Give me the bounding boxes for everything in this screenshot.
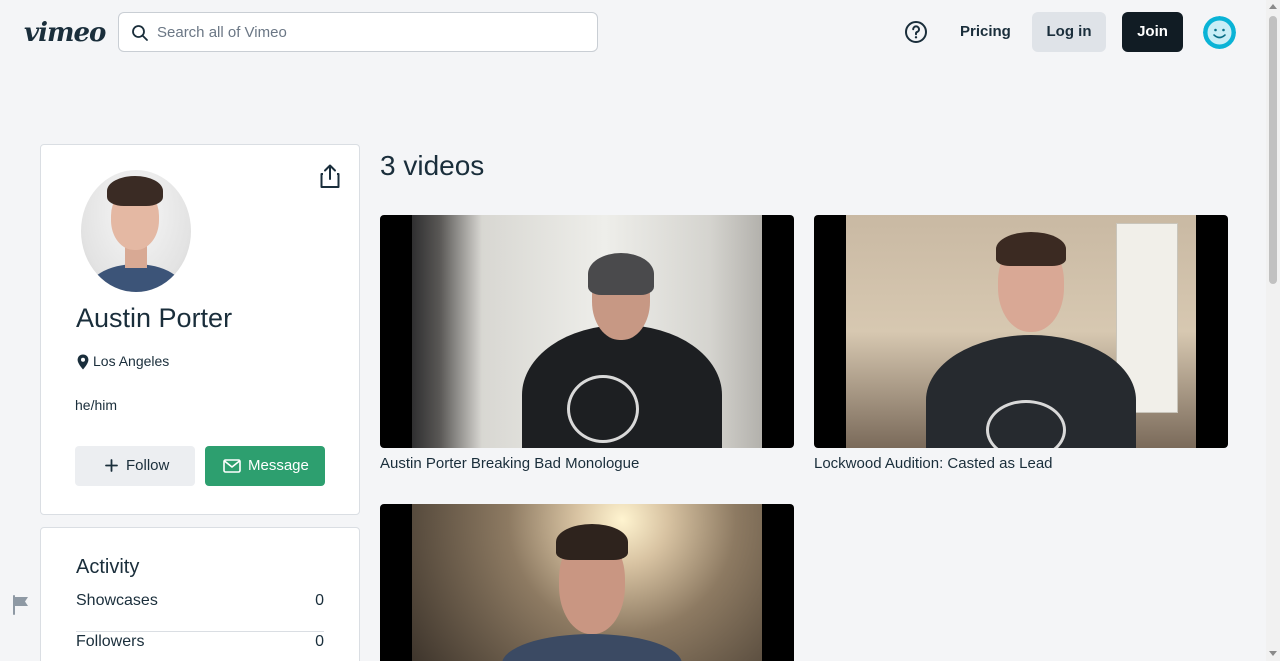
question-circle-icon[interactable] bbox=[904, 20, 928, 44]
search-box[interactable] bbox=[118, 12, 598, 52]
vertical-scrollbar[interactable] bbox=[1266, 0, 1280, 661]
video-thumbnail[interactable] bbox=[814, 215, 1228, 448]
profile-pronouns: he/him bbox=[75, 397, 118, 413]
scroll-up-arrow-icon[interactable] bbox=[1269, 4, 1277, 9]
video-thumbnail[interactable] bbox=[380, 215, 794, 448]
profile-name: Austin Porter bbox=[76, 303, 233, 333]
video-title[interactable]: Austin Porter Breaking Bad Monologue bbox=[380, 455, 639, 472]
activity-card: Activity Showcases 0 Followers 0 bbox=[40, 527, 360, 661]
mail-icon bbox=[223, 459, 241, 473]
scrollbar-thumb[interactable] bbox=[1269, 16, 1277, 284]
top-navigation-bar: vimeo Pricing Log in Join bbox=[0, 0, 1266, 64]
location-pin-icon bbox=[77, 354, 89, 370]
search-icon bbox=[132, 25, 148, 41]
message-label: Message bbox=[248, 457, 309, 474]
activity-title: Activity bbox=[76, 556, 140, 578]
videos-count-heading: 3 videos bbox=[380, 150, 485, 181]
user-avatar-icon[interactable] bbox=[1203, 16, 1236, 49]
video-thumbnail[interactable] bbox=[380, 504, 794, 661]
search-input[interactable] bbox=[157, 13, 587, 51]
follow-label: Follow bbox=[126, 457, 170, 474]
video-card[interactable]: Lockwood Audition: Casted as Lead bbox=[814, 215, 1228, 475]
video-title[interactable]: Lockwood Audition: Casted as Lead bbox=[814, 455, 1053, 472]
profile-card: Austin Porter Los Angeles he/him Follow … bbox=[40, 144, 360, 515]
report-flag-icon[interactable] bbox=[12, 595, 30, 615]
location-text: Los Angeles bbox=[93, 353, 170, 369]
activity-label: Followers bbox=[76, 633, 145, 650]
vimeo-logo[interactable]: vimeo bbox=[24, 18, 106, 48]
video-card[interactable] bbox=[380, 504, 794, 661]
activity-count: 0 bbox=[315, 633, 324, 650]
login-button[interactable]: Log in bbox=[1032, 12, 1106, 52]
profile-avatar[interactable] bbox=[81, 170, 191, 292]
pricing-link[interactable]: Pricing bbox=[952, 12, 1019, 52]
activity-count: 0 bbox=[315, 592, 324, 609]
activity-row-followers[interactable]: Followers 0 bbox=[76, 633, 324, 661]
message-button[interactable]: Message bbox=[205, 446, 325, 486]
follow-button[interactable]: Follow bbox=[75, 446, 195, 486]
activity-label: Showcases bbox=[76, 592, 158, 609]
scroll-down-arrow-icon[interactable] bbox=[1269, 651, 1277, 656]
video-card[interactable]: Austin Porter Breaking Bad Monologue bbox=[380, 215, 794, 475]
activity-row-showcases[interactable]: Showcases 0 bbox=[76, 592, 324, 632]
join-button[interactable]: Join bbox=[1122, 12, 1183, 52]
plus-icon bbox=[105, 459, 118, 472]
share-icon[interactable] bbox=[318, 163, 342, 189]
